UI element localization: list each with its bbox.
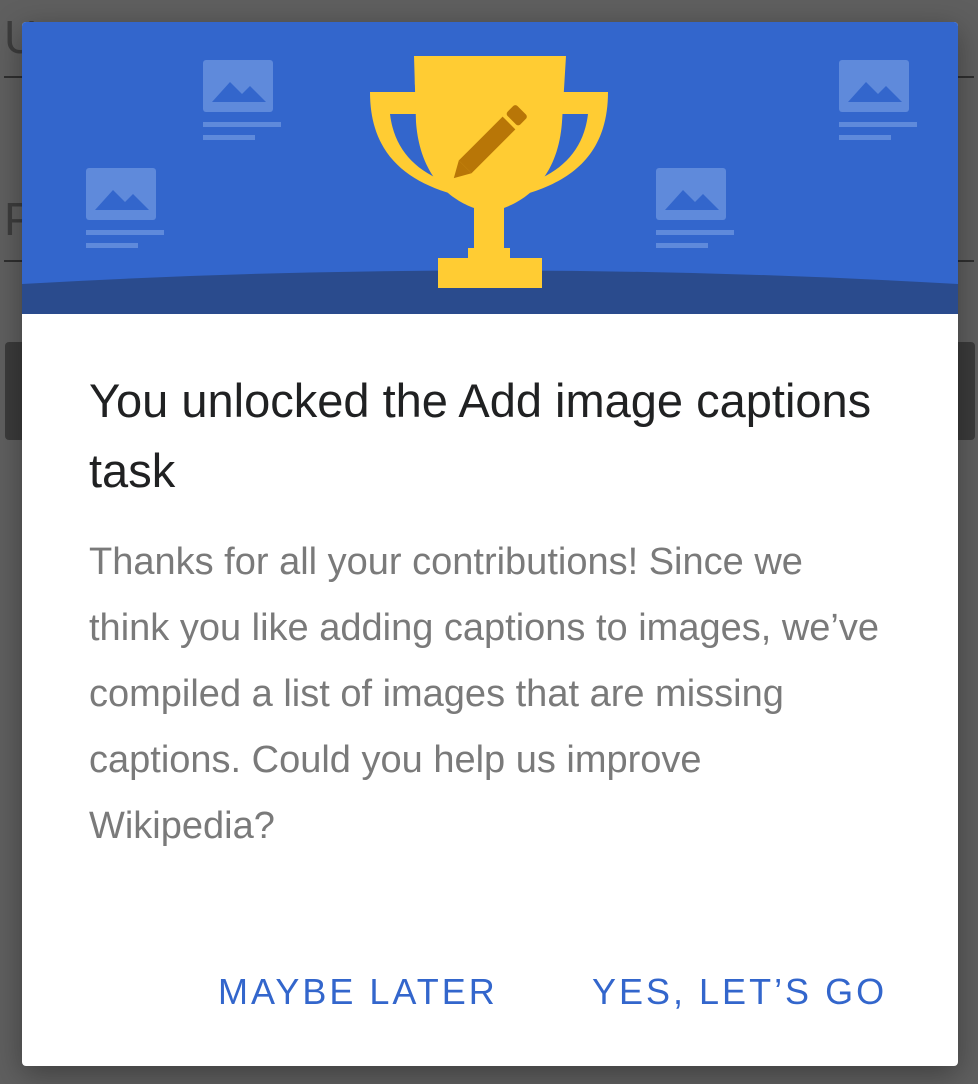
- dialog-actions: MAYBE LATER YES, LET’S GO: [22, 952, 958, 1032]
- yes-lets-go-button[interactable]: YES, LET’S GO: [576, 952, 903, 1032]
- dialog-hero-illustration: [22, 22, 958, 314]
- dialog-title: You unlocked the Add image captions task: [89, 374, 872, 497]
- maybe-later-button[interactable]: MAYBE LATER: [202, 952, 514, 1032]
- dialog-message: Thanks for all your contributions! Since…: [89, 541, 880, 847]
- unlock-task-dialog: You unlocked the Add image captions task…: [22, 22, 958, 1066]
- hero-svg: [22, 22, 958, 314]
